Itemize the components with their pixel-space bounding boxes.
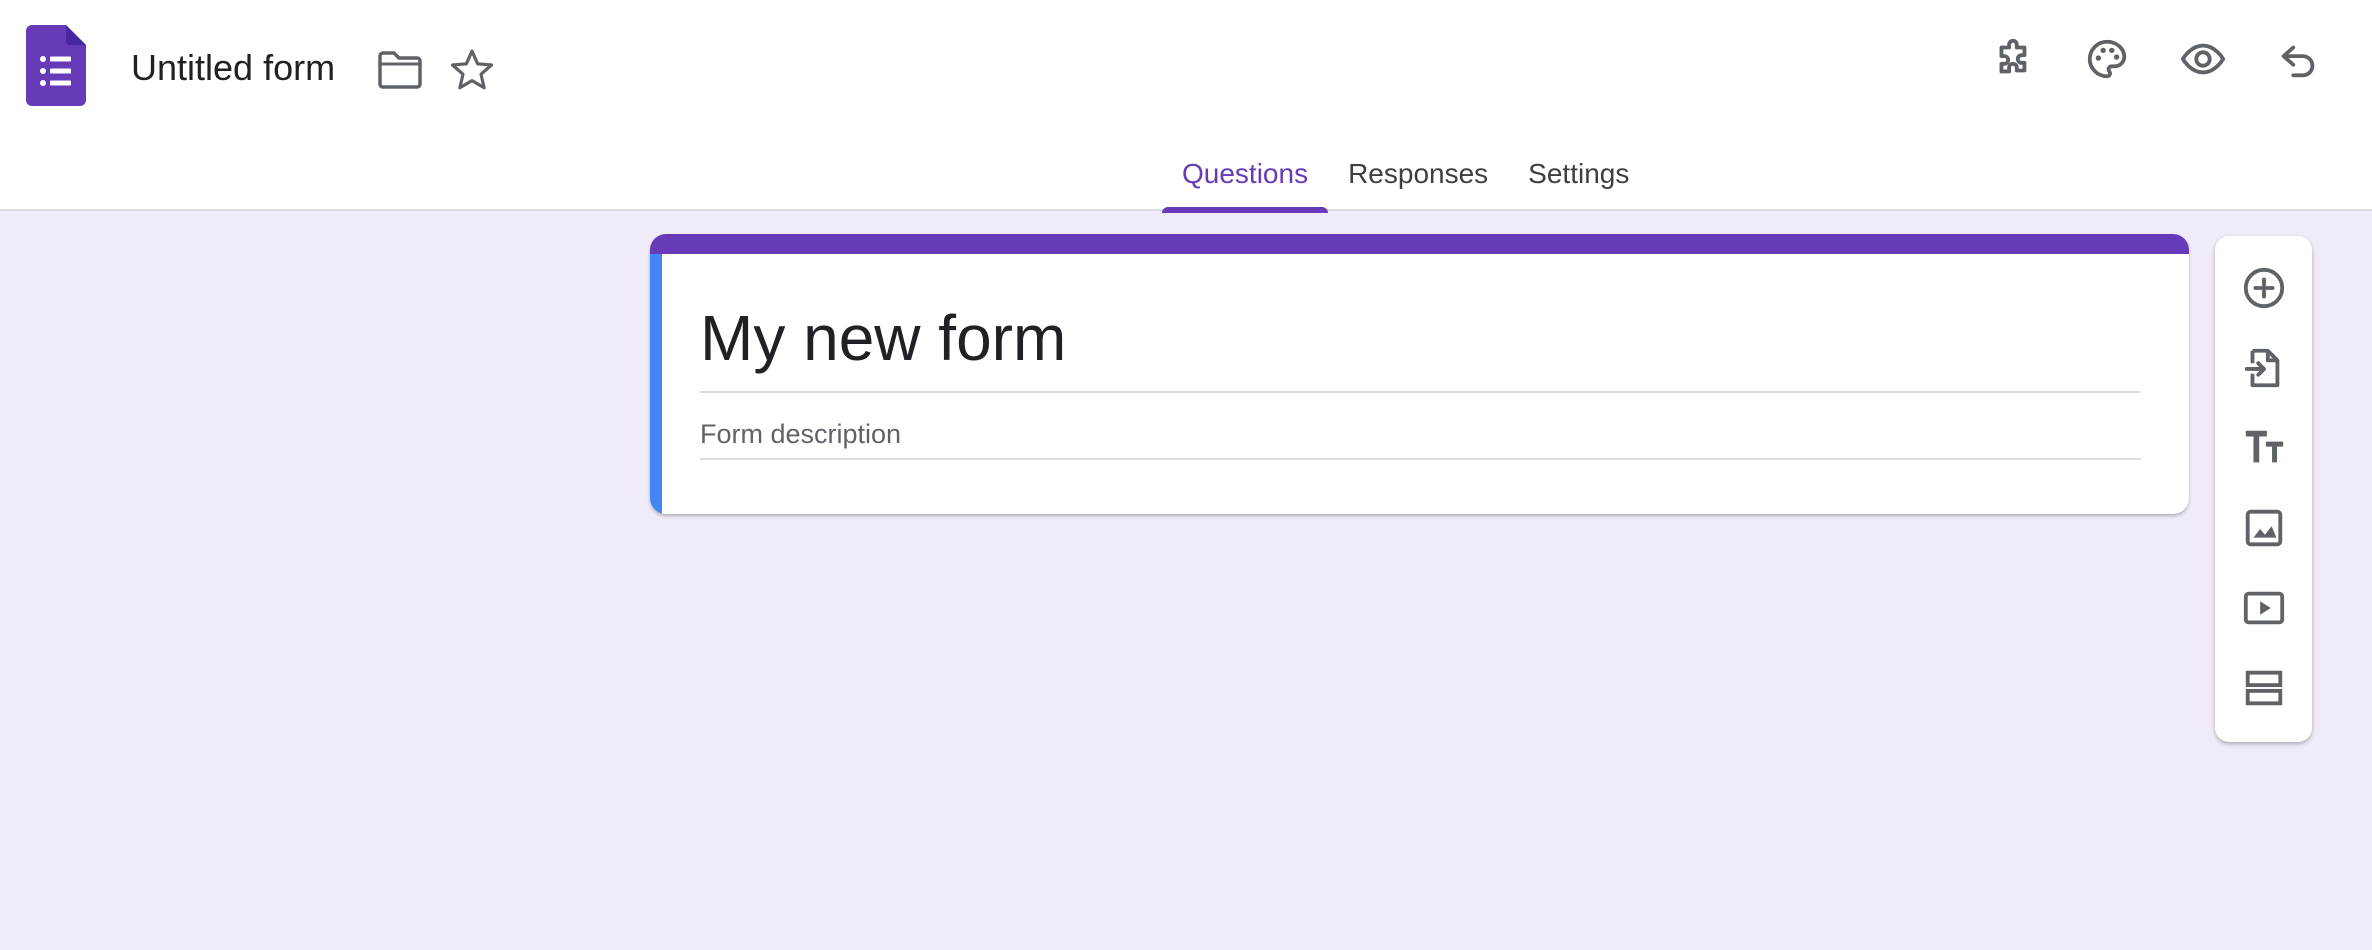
card-focus-indicator	[650, 254, 662, 514]
tab-questions[interactable]: Questions	[1162, 148, 1329, 213]
add-question-icon[interactable]	[2215, 248, 2312, 328]
add-section-icon[interactable]	[2215, 648, 2312, 728]
form-header-card[interactable]: My new form Form description	[650, 234, 2189, 514]
add-image-icon[interactable]	[2215, 488, 2312, 568]
form-tabs: Questions Responses Settings	[1162, 148, 1649, 213]
form-title-input[interactable]: My new form	[700, 298, 2189, 378]
undo-icon[interactable]	[2272, 32, 2326, 86]
tab-responses[interactable]: Responses	[1328, 148, 1508, 211]
form-description-underline	[700, 458, 2141, 460]
tab-settings[interactable]: Settings	[1508, 148, 1649, 211]
import-questions-icon[interactable]	[2215, 328, 2312, 408]
addons-puzzle-icon[interactable]	[1985, 32, 2039, 86]
add-video-icon[interactable]	[2215, 568, 2312, 648]
forms-logo-icon[interactable]	[26, 25, 86, 106]
add-title-description-icon[interactable]	[2215, 408, 2312, 488]
document-title[interactable]: Untitled form	[131, 44, 335, 92]
preview-eye-icon[interactable]	[2176, 32, 2230, 86]
card-accent-bar	[650, 234, 2189, 254]
form-title-underline	[700, 391, 2141, 393]
app-header: Untitled form Questions Responses Settin…	[0, 0, 2372, 213]
form-description-input[interactable]: Form description	[700, 416, 901, 452]
folder-icon[interactable]	[376, 48, 424, 92]
star-icon[interactable]	[448, 46, 496, 94]
palette-icon[interactable]	[2080, 32, 2134, 86]
question-toolbar	[2215, 236, 2312, 742]
